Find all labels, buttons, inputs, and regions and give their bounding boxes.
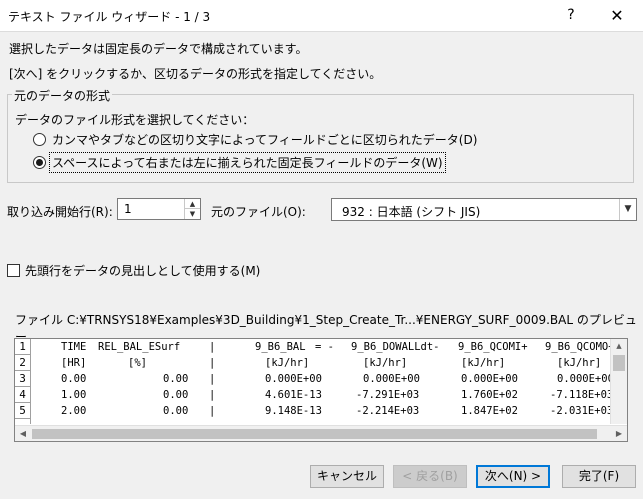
title-bar: テキスト ファイル ウィザード - 1 / 3 ? ✕	[0, 0, 643, 31]
help-button[interactable]: ?	[548, 0, 594, 31]
preview-cell: 9_B6_QCOMO+	[545, 341, 613, 353]
preview-cell: 0.000E+00	[265, 373, 322, 385]
start-row-label: 取り込み開始行(R):	[7, 205, 113, 219]
preview-cell: 9_B6_QCOMI+	[458, 341, 528, 353]
preview-cell: 1.760E+02	[461, 389, 518, 401]
row-number: 1	[15, 339, 30, 355]
back-button[interactable]: < 戻る(B)	[393, 465, 467, 488]
preview-cell: |	[209, 357, 216, 369]
preview-cell: 9_B6_DOWALLdt-	[351, 341, 440, 353]
next-button[interactable]: 次へ(N) >	[476, 465, 550, 488]
fixed-width-radio-option[interactable]: スペースによって右または左に揃えられた固定長フィールドのデータ(W)	[33, 151, 446, 173]
header-row-checkbox-label[interactable]: 先頭行をデータの見出しとして使用する(M)	[25, 262, 260, 279]
row-number: 4	[15, 387, 30, 403]
preview-cell: [kJ/hr]	[461, 357, 506, 369]
preview-cell: = -	[315, 341, 334, 353]
preview-rows: TIME REL_BAL_ESurf | 9_B6_BAL = - 9_B6_D…	[33, 339, 613, 424]
preview-row: 0.00 0.00 | 0.000E+00 0.000E+00 0.000E+0…	[33, 371, 613, 387]
data-format-prompt: データのファイル形式を選択してください：	[15, 113, 255, 127]
preview-cell: [%]	[128, 357, 147, 369]
vertical-scroll-thumb[interactable]	[613, 355, 625, 371]
scroll-left-icon[interactable]: ◀	[15, 426, 31, 441]
start-row-input[interactable]: 1	[124, 202, 132, 216]
preview-cell: 0.00	[163, 389, 189, 401]
preview-cell: -7.118E+03	[550, 389, 613, 401]
preview-cell: -7.291E+03	[356, 389, 420, 401]
file-origin-label: 元のファイル(O):	[211, 205, 306, 219]
spin-down-icon[interactable]: ▼	[185, 209, 200, 219]
close-button[interactable]: ✕	[594, 0, 640, 31]
preview-cell: TIME	[61, 341, 87, 353]
preview-cell: 0.000E+00	[461, 373, 518, 385]
preview-cell: -2.214E+03	[356, 405, 420, 417]
row-number: 5	[15, 403, 30, 419]
preview-cell: 9.148E-13	[265, 405, 322, 417]
preview-cell: 1.847E+02	[461, 405, 518, 417]
preview-row: [HR] [%] | [kJ/hr] [kJ/hr] [kJ/hr] [kJ/h…	[33, 355, 613, 371]
preview-cell: 0.000E+00	[557, 373, 613, 385]
data-format-group-legend: 元のデータの形式	[12, 87, 113, 104]
preview-cell: 9_B6_BAL	[255, 341, 306, 353]
preview-cell: REL_BAL_ESurf	[98, 341, 181, 353]
preview-cell: -2.031E+03	[550, 405, 613, 417]
window-title: テキスト ファイル ウィザード - 1 / 3	[8, 10, 211, 24]
start-row-spin-buttons[interactable]: ▲ ▼	[184, 199, 200, 219]
header-row-option[interactable]: 先頭行をデータの見出しとして使用する(M)	[7, 262, 260, 279]
description-line-2: [次へ] をクリックするか、区切るデータの形式を指定してください。	[9, 67, 382, 81]
fixed-width-radio-label[interactable]: スペースによって右または左に揃えられた固定長フィールドのデータ(W)	[49, 151, 446, 173]
preview-row: 1.00 0.00 | 4.601E-13 -7.291E+03 1.760E+…	[33, 387, 613, 403]
preview-cell: 0.000E+00	[363, 373, 420, 385]
file-origin-select[interactable]: 932 : 日本語 (シフト JIS) ▼	[331, 198, 637, 221]
delimited-radio-option[interactable]: カンマやタブなどの区切り文字によってフィールドごとに区切られたデータ(D)	[33, 130, 479, 148]
preview-row: TIME REL_BAL_ESurf | 9_B6_BAL = - 9_B6_D…	[33, 339, 613, 355]
row-number: 3	[15, 371, 30, 387]
preview-row: 2.00 0.00 | 9.148E-13 -2.214E+03 1.847E+…	[33, 403, 613, 419]
preview-horizontal-scrollbar[interactable]: ◀ ▶	[15, 425, 627, 441]
row-number-gutter: 1 2 3 4 5	[15, 339, 31, 424]
preview-cell: 1.00	[61, 389, 87, 401]
preview-cell: 0.00	[163, 405, 189, 417]
row-number: 2	[15, 355, 30, 371]
scroll-right-icon[interactable]: ▶	[611, 426, 627, 441]
scroll-up-icon[interactable]: ▲	[611, 339, 627, 353]
spin-up-icon[interactable]: ▲	[185, 199, 200, 209]
start-row-spinner[interactable]: 1 ▲ ▼	[117, 198, 201, 220]
description-line-1: 選択したデータは固定長のデータで構成されています。	[9, 42, 308, 56]
preview-cell: [kJ/hr]	[265, 357, 310, 369]
preview-cell: |	[209, 389, 216, 401]
fixed-width-radio[interactable]	[33, 155, 46, 169]
delimited-radio-label[interactable]: カンマやタブなどの区切り文字によってフィールドごとに区切られたデータ(D)	[50, 130, 479, 149]
preview-cell: 0.00	[163, 373, 189, 385]
chevron-down-icon[interactable]: ▼	[619, 199, 636, 220]
preview-cell: 4.601E-13	[265, 389, 322, 401]
preview-cell: 0.00	[61, 373, 87, 385]
preview-cell: 2.00	[61, 405, 87, 417]
delimited-radio[interactable]	[33, 132, 46, 146]
finish-button[interactable]: 完了(F)	[562, 465, 636, 488]
preview-cell: [kJ/hr]	[363, 357, 408, 369]
preview-vertical-scrollbar[interactable]: ▲	[610, 339, 627, 424]
file-origin-value[interactable]: 932 : 日本語 (シフト JIS)	[342, 203, 480, 220]
title-bar-divider	[0, 31, 643, 32]
preview-cell: [kJ/hr]	[557, 357, 602, 369]
preview-cell: [HR]	[61, 357, 87, 369]
preview-cell: |	[209, 341, 216, 353]
header-row-checkbox[interactable]	[7, 264, 20, 277]
data-preview[interactable]: 1 2 3 4 5 TIME REL_BAL_ESurf | 9_B6_BAL …	[14, 338, 628, 442]
cancel-button[interactable]: キャンセル	[310, 465, 384, 488]
preview-cell: |	[209, 405, 216, 417]
horizontal-scroll-thumb[interactable]	[32, 429, 597, 439]
preview-cell: |	[209, 373, 216, 385]
